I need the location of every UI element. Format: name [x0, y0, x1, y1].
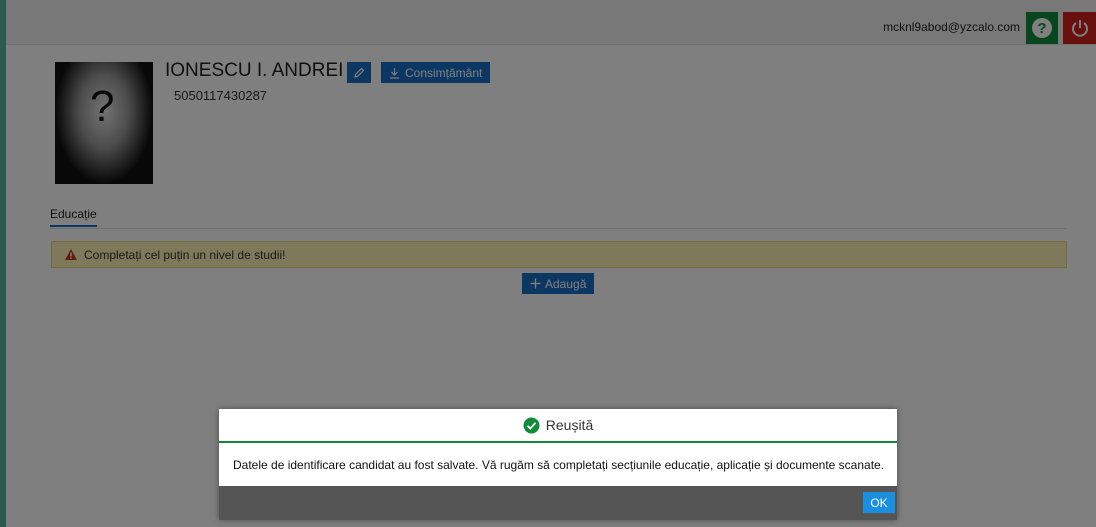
success-dialog: Reușită Datele de identificare candidat …	[219, 409, 897, 520]
check-circle-icon	[523, 417, 540, 433]
dialog-message: Datele de identificare candidat au fost …	[233, 457, 885, 472]
dialog-footer: OK	[219, 486, 897, 520]
dialog-header: Reușită	[219, 409, 897, 443]
dialog-title: Reușită	[545, 417, 594, 433]
ok-button[interactable]: OK	[863, 492, 895, 513]
